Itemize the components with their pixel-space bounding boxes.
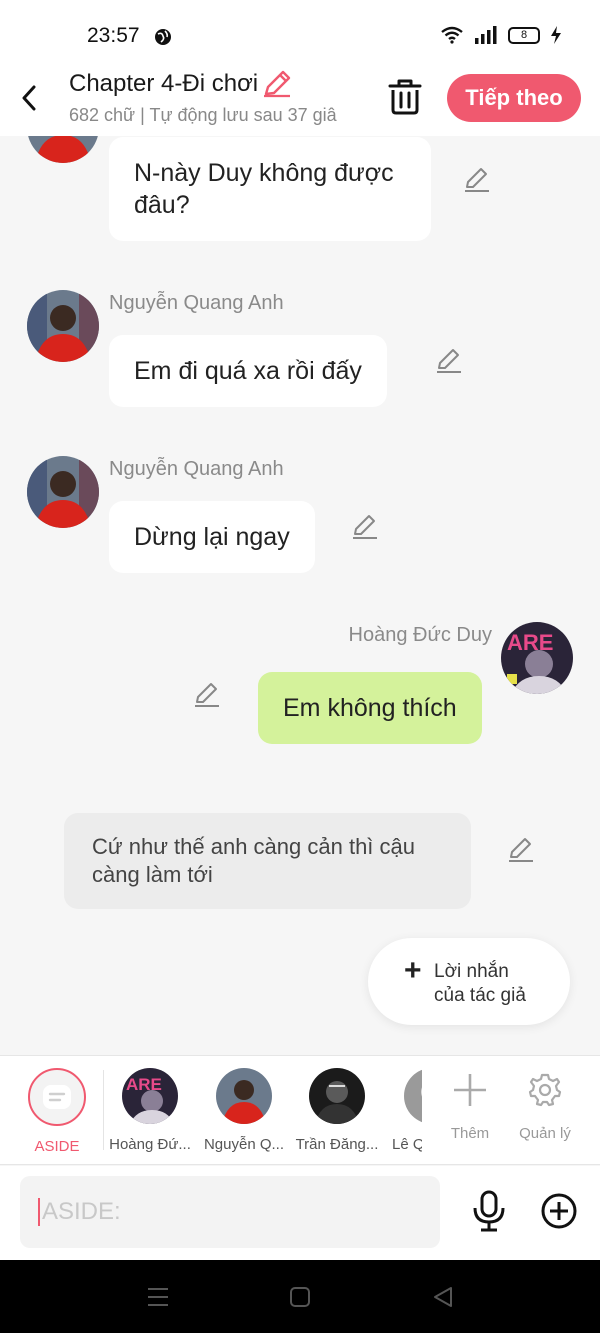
aside-bubble[interactable]: Cứ như thế anh càng cản thì cậu càng làm… <box>64 813 471 909</box>
character-aside[interactable]: ASIDE <box>12 1068 102 1155</box>
character-hoang-duc-duy[interactable]: ARE Hoàng Đứ... <box>105 1068 195 1153</box>
edit-aside-icon[interactable] <box>507 836 535 864</box>
plus-icon <box>454 1074 486 1106</box>
message-text: Dừng lại ngay <box>134 523 290 551</box>
signal-icon <box>475 26 497 44</box>
character-label: ASIDE <box>34 1138 80 1155</box>
microphone-icon[interactable] <box>470 1190 508 1232</box>
edit-title-icon[interactable] <box>262 70 292 98</box>
author-note-label: Lời nhắn của tác giả <box>434 960 526 1008</box>
message-text: Em không thích <box>283 694 457 722</box>
edit-message-icon[interactable] <box>351 513 379 541</box>
system-nav-bar <box>0 1260 600 1333</box>
message-text: N-này Duy không được đâu? <box>134 159 394 219</box>
character-label: Quản lý <box>519 1125 571 1142</box>
message-bubble[interactable]: Dừng lại ngay <box>109 501 315 573</box>
chapter-title[interactable]: Chapter 4-Đi chơi <box>69 70 292 98</box>
charging-icon <box>551 26 561 44</box>
aside-text: Cứ như thế anh càng cản thì cậu càng làm… <box>92 834 415 887</box>
character-le-q[interactable]: Lê Q <box>392 1068 422 1153</box>
back-triangle-icon[interactable] <box>430 1284 456 1310</box>
word-count-autosave: 682 chữ | Tự động lưu sau 37 giâ <box>69 105 337 125</box>
composer <box>0 1166 600 1260</box>
chat-area: N-này Duy không được đâu? Nguyễn Quang A… <box>0 136 600 1054</box>
character-label: Nguyễn Q... <box>203 1136 285 1153</box>
chapter-title-text: Chapter 4-Đi chơi <box>69 70 259 97</box>
avatar <box>309 1068 365 1124</box>
avatar <box>216 1068 272 1124</box>
add-circle-icon[interactable] <box>540 1192 578 1230</box>
edit-message-icon[interactable] <box>463 166 491 194</box>
message-bubble[interactable]: N-này Duy không được đâu? <box>109 137 431 241</box>
message-input-box[interactable] <box>20 1176 440 1248</box>
character-nguyen-quang-anh[interactable]: Nguyễn Q... <box>199 1068 289 1153</box>
character-tran-dang[interactable]: Trần Đăng... <box>292 1068 382 1153</box>
character-label: Lê Q <box>392 1136 422 1153</box>
character-label: Trần Đăng... <box>295 1136 379 1153</box>
status-bar: 23:57 8 <box>0 0 600 70</box>
sender-name: Nguyễn Quang Anh <box>109 292 284 314</box>
avatar-nguyen-quang-anh[interactable] <box>27 290 99 362</box>
chevron-left-icon <box>22 85 36 111</box>
edit-message-icon[interactable] <box>193 681 221 709</box>
plus-icon: + <box>404 954 422 987</box>
svg-text:ARE: ARE <box>507 630 553 655</box>
avatar: ARE <box>122 1068 178 1124</box>
status-time: 23:57 <box>87 24 140 47</box>
character-label: Hoàng Đứ... <box>109 1136 191 1153</box>
home-icon[interactable] <box>287 1284 313 1310</box>
wifi-icon <box>441 26 463 44</box>
trash-icon[interactable] <box>387 78 423 116</box>
aside-circle <box>28 1068 86 1126</box>
sender-name: Hoàng Đức Duy <box>348 624 492 646</box>
author-note-line1: Lời nhắn <box>434 961 509 982</box>
comment-icon <box>43 1085 71 1109</box>
message-input[interactable] <box>38 1198 418 1226</box>
message-text: Em đi quá xa rồi đấy <box>134 357 362 385</box>
globe-icon <box>155 29 171 45</box>
battery-icon: 8 <box>508 26 540 44</box>
author-note-line2: của tác giả <box>434 985 526 1006</box>
gear-icon <box>528 1073 562 1107</box>
edit-message-icon[interactable] <box>435 347 463 375</box>
manage-characters-button[interactable]: Quản lý <box>500 1068 590 1142</box>
status-icons: 8 <box>440 26 562 44</box>
author-note-button[interactable]: + Lời nhắn của tác giả <box>368 938 570 1025</box>
next-button[interactable]: Tiếp theo <box>447 74 581 122</box>
avatar-nguyen-quang-anh[interactable] <box>27 456 99 528</box>
editor-header: Chapter 4-Đi chơi 682 chữ | Tự động lưu … <box>0 62 600 136</box>
message-bubble-mine[interactable]: Em không thích <box>258 672 482 744</box>
character-selector: ASIDE ARE Hoàng Đứ... Nguyễn Q... Trần Đ… <box>0 1055 600 1165</box>
avatar <box>404 1068 422 1124</box>
sender-name: Nguyễn Quang Anh <box>109 458 284 480</box>
avatar-nguyen-quang-anh[interactable] <box>27 136 99 163</box>
divider <box>103 1070 104 1150</box>
avatar-hoang-duc-duy[interactable]: ARE <box>501 622 573 694</box>
back-button[interactable] <box>14 78 44 118</box>
menu-icon[interactable] <box>145 1284 171 1310</box>
message-bubble[interactable]: Em đi quá xa rồi đấy <box>109 335 387 407</box>
